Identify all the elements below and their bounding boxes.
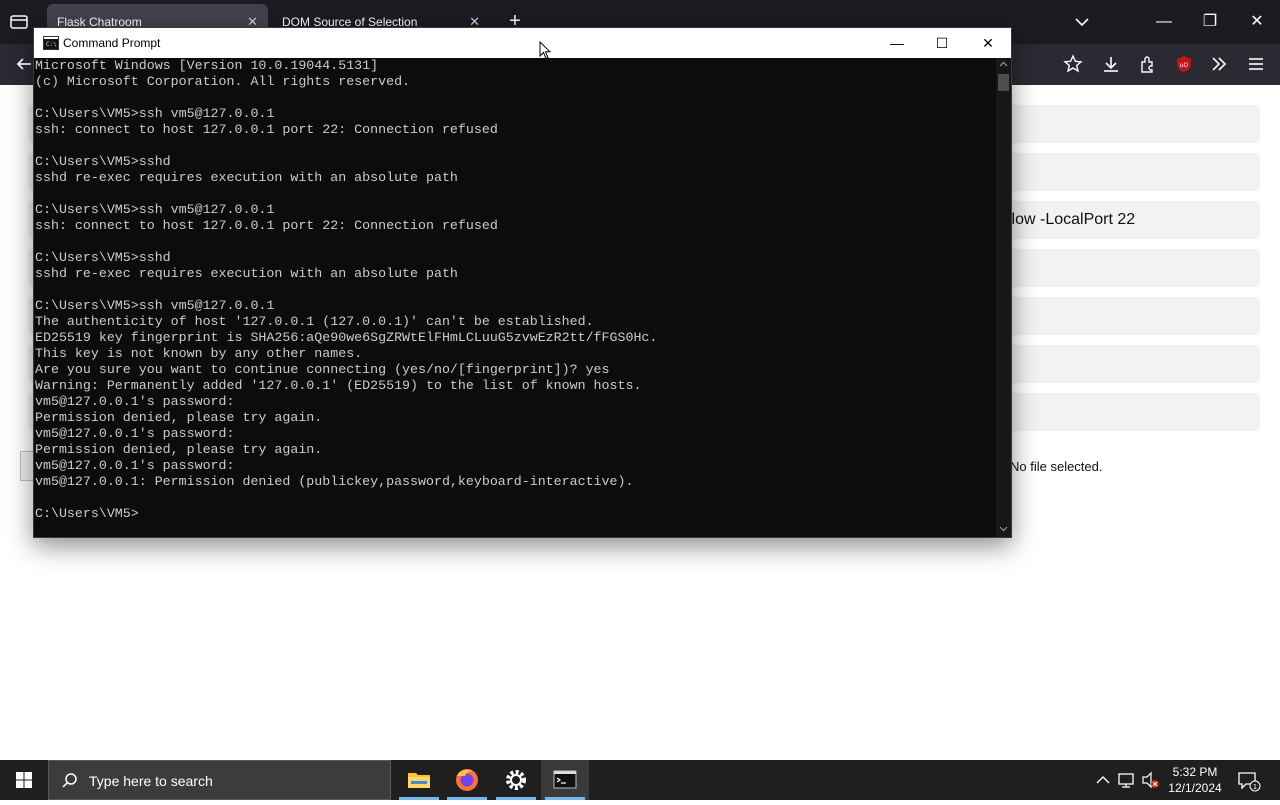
console-line: This key is not known by any other names… xyxy=(35,346,363,361)
taskbar-file-explorer[interactable] xyxy=(395,760,443,800)
file-explorer-icon xyxy=(408,773,430,788)
console-line: vm5@127.0.0.1: Permission denied (public… xyxy=(35,474,634,489)
overflow-chevrons-icon[interactable] xyxy=(1209,54,1229,74)
taskbar-clock[interactable]: 5:32 PM 12/1/2024 xyxy=(1160,764,1230,796)
show-hidden-icons-chevron-up-icon[interactable] xyxy=(1094,760,1112,800)
browser-close-button[interactable]: ✕ xyxy=(1247,12,1267,32)
clock-date: 12/1/2024 xyxy=(1168,781,1222,795)
svg-text:C:\: C:\ xyxy=(46,41,57,48)
console-line: ssh: connect to host 127.0.0.1 port 22: … xyxy=(35,218,498,233)
network-icon[interactable] xyxy=(1116,760,1138,800)
tab-list-icon[interactable] xyxy=(8,12,30,32)
console-line: sshd re-exec requires execution with an … xyxy=(35,266,458,281)
console-line: C:\Users\VM5>ssh vm5@127.0.0.1 xyxy=(35,298,275,313)
console-line: Permission denied, please try again. xyxy=(35,442,323,457)
volume-muted-icon[interactable] xyxy=(1140,760,1160,800)
cmd-scrollbar[interactable] xyxy=(996,58,1011,537)
search-placeholder: Type here to search xyxy=(89,773,213,789)
message-text: llow -LocalPort 22 xyxy=(1008,211,1136,228)
console-line: vm5@127.0.0.1's password: xyxy=(35,394,235,409)
console-line: C:\Users\VM5>ssh vm5@127.0.0.1 xyxy=(35,106,275,121)
console-line: C:\Users\VM5>sshd xyxy=(35,154,171,169)
scroll-thumb[interactable] xyxy=(998,74,1009,91)
console-line: Microsoft Windows [Version 10.0.19044.51… xyxy=(35,58,379,73)
console-line: ED25519 key fingerprint is SHA256:aQe90w… xyxy=(35,330,658,345)
menu-icon[interactable] xyxy=(1246,54,1266,74)
browser-minimize-button[interactable]: — xyxy=(1154,12,1174,32)
command-prompt-window[interactable]: C:\ Command Prompt — ☐ ✕ Microsoft Windo… xyxy=(33,27,1012,538)
cmd-close-button[interactable]: ✕ xyxy=(965,28,1011,58)
back-arrow-icon[interactable] xyxy=(14,54,34,74)
cmd-maximize-button[interactable]: ☐ xyxy=(919,28,965,58)
cmd-window-title: Command Prompt xyxy=(63,36,161,50)
chevron-down-icon[interactable] xyxy=(1072,12,1092,32)
console-line: vm5@127.0.0.1's password: xyxy=(35,426,235,441)
extensions-icon[interactable] xyxy=(1138,54,1158,74)
console-line: C:\Users\VM5>ssh vm5@127.0.0.1 xyxy=(35,202,275,217)
taskbar-search-box[interactable]: Type here to search xyxy=(48,760,391,800)
cmd-title-bar[interactable]: C:\ Command Prompt — ☐ ✕ xyxy=(34,28,1011,58)
clock-time: 5:32 PM xyxy=(1172,765,1218,779)
cmd-console-output[interactable]: Microsoft Windows [Version 10.0.19044.51… xyxy=(34,58,996,537)
ublock-icon[interactable]: uO xyxy=(1174,54,1194,74)
taskbar-command-prompt[interactable] xyxy=(541,760,589,800)
console-line: The authenticity of host '127.0.0.1 (127… xyxy=(35,314,594,329)
taskbar-settings[interactable] xyxy=(492,760,540,800)
notification-count: 1 xyxy=(1253,783,1257,791)
search-icon xyxy=(62,773,77,788)
download-icon[interactable] xyxy=(1101,54,1121,74)
console-line: ssh: connect to host 127.0.0.1 port 22: … xyxy=(35,122,498,137)
firefox-icon xyxy=(456,769,478,791)
command-prompt-icon xyxy=(553,770,577,789)
settings-gear-icon xyxy=(506,770,526,790)
console-line: Permission denied, please try again. xyxy=(35,410,323,425)
cmd-window-icon: C:\ xyxy=(43,36,59,50)
windows-taskbar: Type here to search 5:32 PM 12/1/2024 1 xyxy=(0,760,1280,800)
console-line: vm5@127.0.0.1's password: xyxy=(35,458,235,473)
console-line: C:\Users\VM5> xyxy=(35,506,139,521)
console-line: Warning: Permanently added '127.0.0.1' (… xyxy=(35,378,642,393)
console-line: sshd re-exec requires execution with an … xyxy=(35,170,458,185)
console-line: (c) Microsoft Corporation. All rights re… xyxy=(35,74,411,89)
action-center-notification-icon[interactable]: 1 xyxy=(1237,770,1261,792)
console-line: Are you sure you want to continue connec… xyxy=(35,362,610,377)
console-line: C:\Users\VM5>sshd xyxy=(35,250,171,265)
windows-start-icon[interactable] xyxy=(0,760,48,800)
bookmark-star-icon[interactable] xyxy=(1063,54,1083,74)
mouse-pointer-icon xyxy=(539,41,551,60)
svg-text:uO: uO xyxy=(1180,62,1189,69)
console-text: Microsoft Windows [Version 10.0.19044.51… xyxy=(34,58,996,522)
cmd-minimize-button[interactable]: — xyxy=(874,28,920,58)
file-status-label: No file selected. xyxy=(1010,459,1103,474)
browser-restore-button[interactable]: ❐ xyxy=(1200,12,1220,32)
scroll-down-arrow-icon[interactable] xyxy=(999,524,1008,533)
scroll-up-arrow-icon[interactable] xyxy=(999,60,1008,69)
taskbar-firefox[interactable] xyxy=(443,760,491,800)
